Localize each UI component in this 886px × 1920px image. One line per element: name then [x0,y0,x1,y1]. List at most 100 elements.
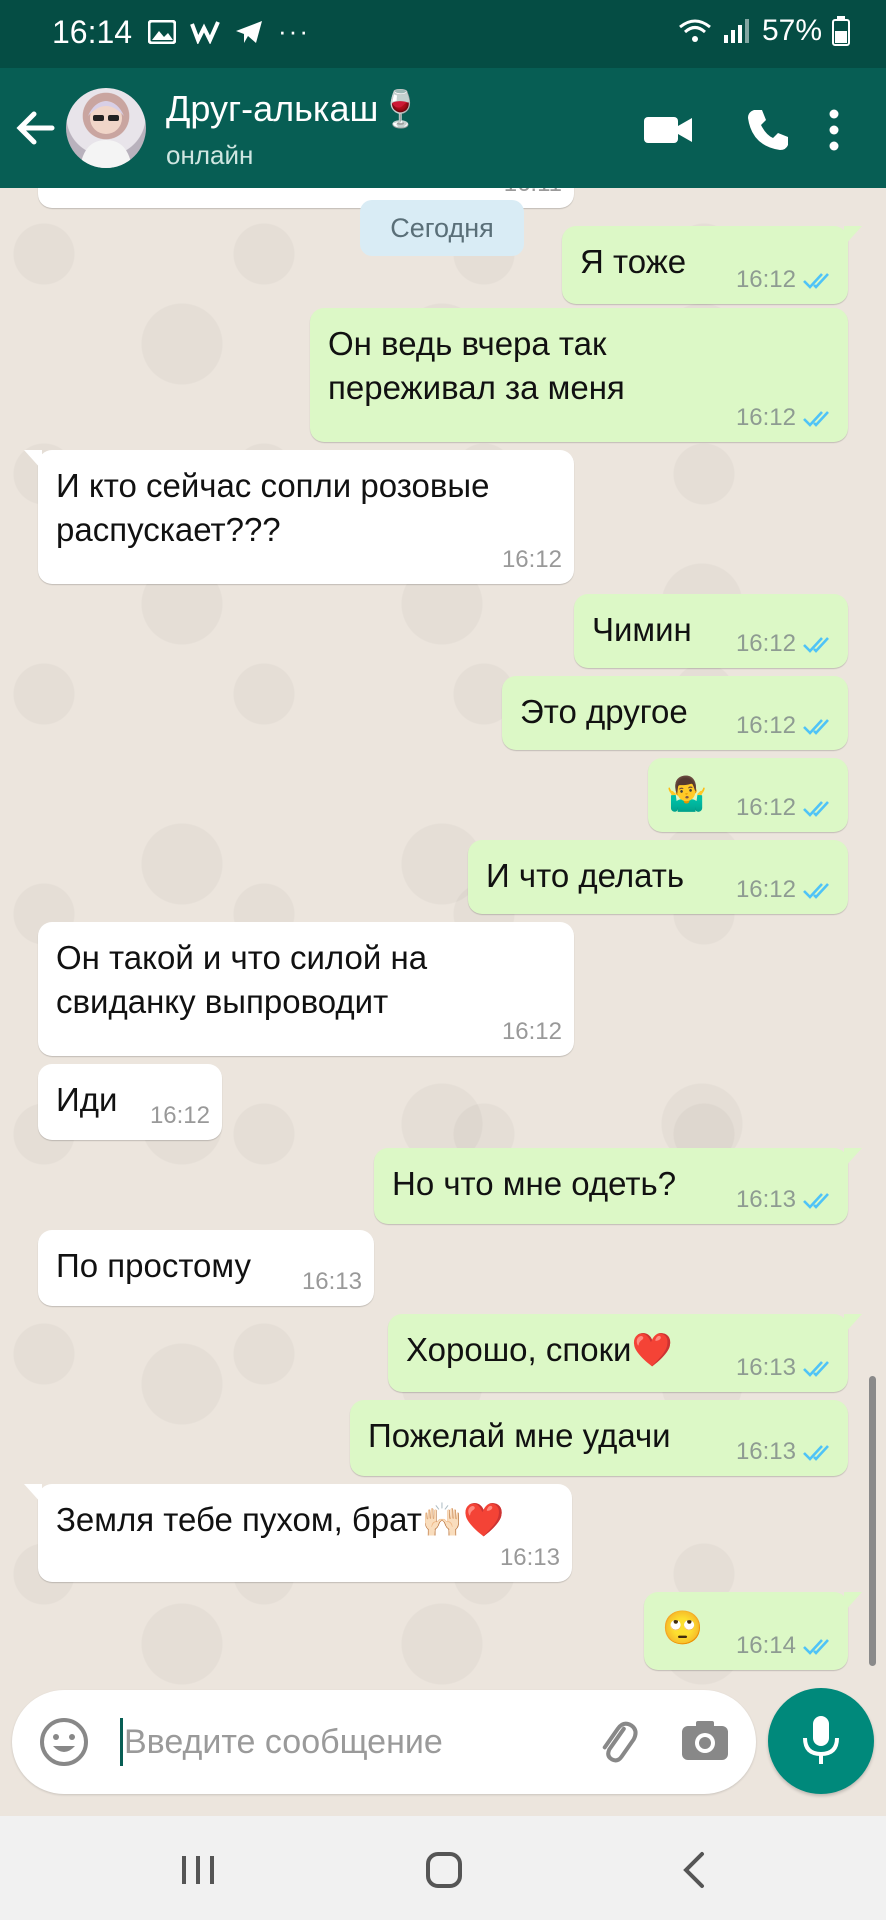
incoming-message[interactable]: И кто сейчас сопли розовые распускает???… [24,450,574,584]
message-time: 16:12 [735,712,796,739]
message-text: Он такой и что силой на свиданку выпрово… [56,939,428,1020]
message-time: 16:13 [735,1438,796,1465]
outgoing-message[interactable]: Он ведь вчера так переживал за меня 16:12 [310,308,848,442]
phone-icon[interactable] [740,102,796,158]
back-arrow-icon[interactable] [12,98,60,158]
outgoing-message[interactable]: Это другое 16:12 [502,676,848,750]
message-text: Но что мне одеть? [392,1165,677,1202]
message-text: Иди [56,1081,118,1118]
nav-recents-icon[interactable] [176,1850,220,1890]
read-receipt-icon [803,411,829,427]
contact-name[interactable]: Друг-алькаш🍷 [166,88,423,130]
message-time: 16:14 [735,1632,796,1659]
incoming-message[interactable]: Земля тебе пухом, брат🙌🏻❤️ 16:13 [24,1484,572,1582]
nav-back-icon[interactable] [674,1850,718,1890]
message-text: Пожелай мне удачи [368,1417,671,1454]
message-meta: 16:12 [150,1102,210,1130]
outgoing-message[interactable]: Но что мне одеть? 16:13 [374,1148,862,1224]
message-text: И что делать [486,857,685,894]
text-caret [120,1718,123,1766]
message-text: 🙄 [662,1609,704,1646]
system-nav-bar [0,1816,886,1920]
message-time: 16:12 [735,630,796,657]
message-time: 16:13 [735,1186,796,1213]
status-bar: 16:14 ··· 57% [0,0,886,68]
message-text: Он ведь вчера так переживал за меня [328,325,625,406]
date-chip: Сегодня [360,200,524,256]
message-time: 16:13 [735,1354,796,1381]
message-list[interactable]: 16:11 Сегодня Я тоже16:12Он ведь вчера т… [0,188,886,1688]
message-text: По простому [56,1247,251,1284]
outgoing-message[interactable]: И что делать 16:12 [468,840,848,914]
message-time: 16:12 [501,546,562,573]
message-text: Это другое [520,693,688,730]
more-vert-icon[interactable] [814,102,854,158]
message-time: 16:12 [735,876,796,903]
outgoing-message[interactable]: Чимин 16:12 [574,594,848,668]
message-meta: 16:12 [736,794,836,822]
read-receipt-icon [803,801,829,817]
message-time: 16:13 [301,1268,362,1295]
message-meta: 16:13 [736,1354,836,1382]
read-receipt-icon [803,1361,829,1377]
message-meta: 16:12 [736,712,836,740]
message-time: 16:12 [735,404,796,431]
message-text: Я тоже [580,243,687,280]
message-meta: 16:13 [500,1544,560,1572]
message-meta: 16:12 [502,546,562,574]
incoming-message[interactable]: Он такой и что силой на свиданку выпрово… [38,922,574,1056]
read-receipt-icon [803,719,829,735]
message-text: Земля тебе пухом, брат🙌🏻❤️ [56,1501,505,1538]
video-call-icon[interactable] [640,102,696,158]
message-time: 16:12 [735,794,796,821]
app-w-icon [190,20,220,44]
gallery-icon [148,19,176,44]
message-meta: 16:12 [502,1018,562,1046]
message-meta: 16:12 [736,876,836,904]
incoming-message[interactable]: По простому 16:13 [38,1230,374,1306]
more-notifications-icon: ··· [278,16,310,46]
mic-icon [803,1716,839,1764]
outgoing-message[interactable]: Пожелай мне удачи 16:13 [350,1400,848,1476]
mic-button[interactable] [768,1688,874,1794]
read-receipt-icon [803,883,829,899]
message-time: 16:11 [504,188,562,198]
emoji-icon[interactable] [38,1716,90,1768]
message-text: Чимин [592,611,692,648]
attach-icon[interactable] [592,1716,644,1768]
battery-percent: 57% [761,14,822,47]
outgoing-message[interactable]: Я тоже 16:12 [562,226,862,304]
message-text: Хорошо, споки❤️ [406,1331,673,1368]
signal-icon [723,19,749,43]
battery-icon [832,16,850,46]
scrollbar[interactable] [869,1376,876,1666]
incoming-message[interactable]: Иди 16:12 [38,1064,222,1140]
message-time: 16:13 [499,1544,560,1571]
message-time: 16:12 [501,1018,562,1045]
message-text: И кто сейчас сопли розовые распускает??? [56,467,490,548]
message-meta: 16:12 [736,266,836,294]
wifi-icon [679,19,711,42]
message-composer [12,1690,756,1794]
nav-home-icon[interactable] [422,1850,466,1890]
outgoing-message[interactable]: Хорошо, споки❤️ 16:13 [388,1314,862,1392]
message-meta: 16:13 [302,1268,362,1296]
message-meta: 16:14 [736,1632,836,1660]
read-receipt-icon [803,1193,829,1209]
message-meta: 16:12 [736,630,836,658]
chat-header: Друг-алькаш🍷 онлайн [0,68,886,188]
status-right: 57% [678,14,850,48]
message-input[interactable] [124,1712,484,1772]
message-time: 16:12 [735,266,796,293]
message-time: 16:12 [149,1102,210,1129]
avatar[interactable] [66,88,146,168]
outgoing-message[interactable]: 🙄 16:14 [644,1592,862,1670]
outgoing-message[interactable]: 🤷‍♂️ 16:12 [648,758,848,832]
read-receipt-icon [803,637,829,653]
read-receipt-icon [803,1639,829,1655]
contact-status: онлайн [166,140,254,170]
message-meta: 16:13 [736,1438,836,1466]
status-time: 16:14 [52,14,133,50]
telegram-icon [236,20,262,43]
camera-icon[interactable] [678,1714,732,1768]
